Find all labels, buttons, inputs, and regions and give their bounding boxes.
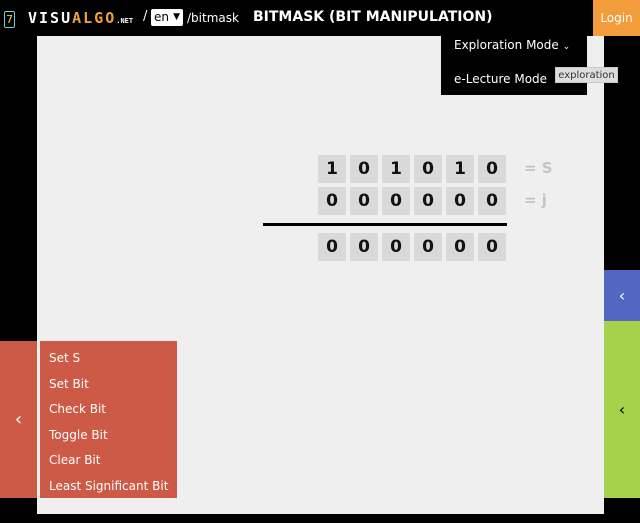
bit-cell: 0 (414, 187, 442, 215)
result-divider (263, 223, 507, 226)
bit-cell: 0 (414, 155, 442, 183)
status-panel-toggle[interactable]: ‹ (604, 270, 640, 321)
bit-cell: 0 (414, 233, 442, 261)
bit-cell: 0 (318, 187, 346, 215)
mode-menu: Exploration Mode ⌄ e-Lecture Mode (441, 36, 587, 95)
chevron-down-icon: ▼ (173, 12, 180, 22)
operations-panel-toggle[interactable]: ‹ (0, 341, 37, 498)
bit-cell: 0 (478, 155, 506, 183)
language-select[interactable]: en ▼ (151, 9, 183, 26)
op-set-s[interactable]: Set S (49, 351, 80, 365)
exploration-mode-item[interactable]: Exploration Mode ⌄ (454, 38, 570, 52)
op-toggle-bit[interactable]: Toggle Bit (49, 428, 108, 442)
codetrace-panel-toggle[interactable]: ‹ (604, 321, 640, 498)
bit-cell: 0 (446, 233, 474, 261)
chevron-left-icon: ‹ (618, 286, 626, 305)
login-button[interactable]: Login (593, 0, 640, 36)
bit-cell: 0 (350, 187, 378, 215)
bit-cell: 0 (478, 233, 506, 261)
bit-cell: 0 (350, 233, 378, 261)
path-separator: / (143, 9, 148, 24)
page-title: BITMASK (BIT MANIPULATION) (253, 9, 493, 25)
op-clear-bit[interactable]: Clear Bit (49, 453, 100, 467)
bit-cell: 1 (382, 155, 410, 183)
page-path: /bitmask (187, 11, 239, 25)
electure-mode-item[interactable]: e-Lecture Mode (454, 72, 547, 86)
chevron-left-icon: ‹ (14, 409, 23, 430)
bit-cell: 0 (318, 233, 346, 261)
chevron-left-icon: ‹ (618, 400, 626, 419)
s-label: = S (524, 159, 553, 177)
exploration-mode-label: Exploration Mode (454, 38, 559, 52)
bit-cell: 0 (478, 187, 506, 215)
bit-cell: 0 (382, 233, 410, 261)
mode-tooltip: exploration (555, 67, 618, 83)
logo-net: .NET (116, 17, 134, 25)
logo-algo: ALGO (72, 9, 117, 27)
op-set-bit[interactable]: Set Bit (49, 377, 89, 391)
j-label: = j (524, 191, 547, 209)
visualgo-logo[interactable]: VISUALGO.NET (28, 9, 133, 27)
op-least-significant-bit[interactable]: Least Significant Bit (49, 479, 168, 493)
chevron-down-icon: ⌄ (562, 42, 571, 52)
language-value: en (154, 10, 169, 24)
shortcut-key-icon: 7 (4, 11, 15, 28)
bit-cell: 0 (446, 187, 474, 215)
bit-cell: 1 (446, 155, 474, 183)
op-check-bit[interactable]: Check Bit (49, 402, 106, 416)
operations-menu: Set S Set Bit Check Bit Toggle Bit Clear… (40, 341, 177, 498)
bit-cell: 1 (318, 155, 346, 183)
top-bar: 7 VISUALGO.NET / en ▼ /bitmask BITMASK (B… (0, 0, 640, 36)
bit-cell: 0 (350, 155, 378, 183)
bit-cell: 0 (382, 187, 410, 215)
logo-visu: VISU (28, 9, 73, 27)
